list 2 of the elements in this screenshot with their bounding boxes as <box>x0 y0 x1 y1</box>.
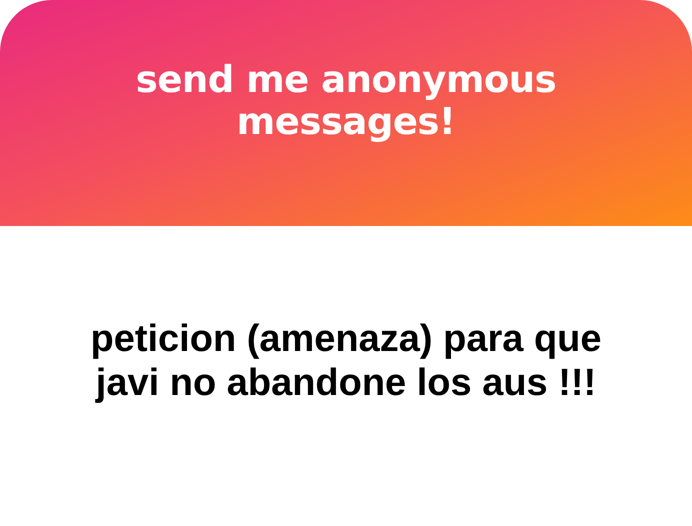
message-text: peticion (amenaza) para que javi no abandone los aus !!! <box>89 317 602 405</box>
header-title: send me anonymous messages! <box>134 59 558 143</box>
